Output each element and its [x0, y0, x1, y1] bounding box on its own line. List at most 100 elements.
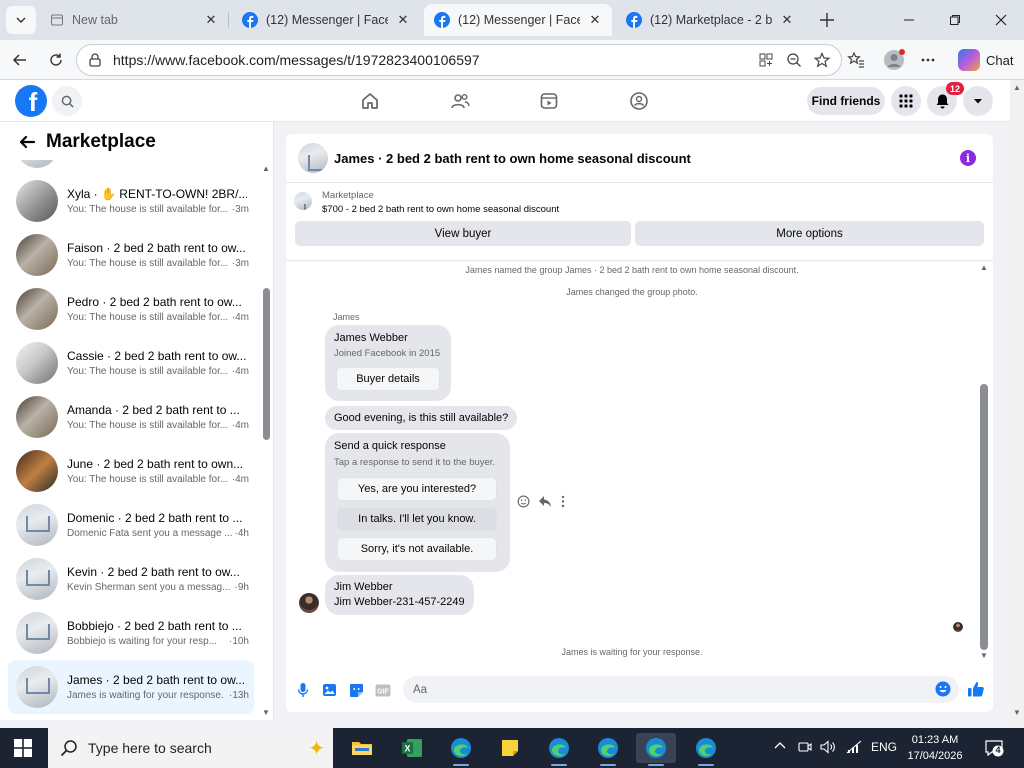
conversation-item[interactable]: Faison · 2 bed 2 bath rent to ow... You: …: [8, 228, 254, 282]
taskbar-edge-3[interactable]: [588, 733, 628, 766]
tab-marketplace[interactable]: (12) Marketplace - 2 bed ✕: [616, 4, 804, 36]
close-window-button[interactable]: [978, 0, 1024, 40]
tab-close-icon[interactable]: ✕: [780, 12, 794, 28]
emoji-icon[interactable]: [935, 681, 951, 697]
nav-video[interactable]: [537, 89, 561, 113]
taskbar-excel[interactable]: X: [392, 733, 432, 763]
sticky-notes-icon: [502, 740, 518, 756]
info-icon[interactable]: i: [960, 150, 976, 166]
listing-thumbnail[interactable]: [294, 192, 312, 210]
more-options-icon[interactable]: [918, 50, 938, 70]
favorite-star-icon[interactable]: [813, 51, 831, 69]
tab-messenger-1[interactable]: (12) Messenger | Facebook ✕: [232, 4, 420, 36]
tray-network-icon[interactable]: [846, 740, 862, 757]
more-options-button[interactable]: More options: [635, 221, 984, 246]
tray-language[interactable]: ENG: [871, 740, 897, 754]
message-text-line1: Jim Webber: [334, 581, 393, 593]
taskbar-file-explorer[interactable]: [342, 733, 382, 763]
scroll-up-arrow-icon[interactable]: ▲: [980, 263, 988, 272]
notification-center-button[interactable]: 4: [984, 738, 1004, 758]
tray-volume-icon[interactable]: [820, 740, 836, 757]
conversation-item[interactable]: James · 2 bed 2 bath rent to ow... James …: [8, 660, 254, 714]
message-bubble[interactable]: Jim Webber Jim Webber-231-457-2249: [325, 575, 474, 615]
conversation-item[interactable]: Pedro · 2 bed 2 bath rent to ow... You: T…: [8, 282, 254, 336]
find-friends-button[interactable]: Find friends: [807, 87, 885, 115]
tab-close-icon[interactable]: ✕: [588, 12, 602, 28]
back-button[interactable]: [6, 46, 34, 74]
taskbar-edge-2[interactable]: [539, 733, 579, 766]
conversation-item[interactable]: Domenic · 2 bed 2 bath rent to ... Domeni…: [8, 498, 254, 552]
search-button[interactable]: [52, 86, 82, 116]
zoom-icon[interactable]: [785, 51, 803, 69]
page-scrollbar[interactable]: ▲ ▼: [1010, 80, 1024, 728]
react-emoji-icon[interactable]: [517, 495, 530, 511]
url-text[interactable]: https://www.facebook.com/messages/t/1972…: [113, 52, 480, 68]
tab-actions-menu-button[interactable]: [6, 6, 36, 34]
conversation-item[interactable]: Kevin · 2 bed 2 bath rent to ow... Kevin …: [8, 552, 254, 606]
conversation-item[interactable]: June · 2 bed 2 bath rent to own... You: T…: [8, 444, 254, 498]
sender-avatar[interactable]: [299, 593, 319, 613]
account-button[interactable]: [963, 86, 993, 116]
buyer-details-button[interactable]: Buyer details: [336, 367, 440, 391]
sticker-icon[interactable]: [347, 681, 365, 699]
start-button[interactable]: [14, 739, 32, 757]
app-available-icon[interactable]: [757, 51, 775, 69]
copilot-chat-button[interactable]: Chat: [950, 45, 1021, 75]
gif-icon[interactable]: GIF: [374, 681, 392, 699]
reply-icon[interactable]: [538, 495, 552, 511]
scroll-down-arrow-icon[interactable]: ▼: [980, 651, 988, 660]
more-vertical-icon[interactable]: [560, 495, 566, 511]
conversation-list-scrollbar[interactable]: [263, 288, 270, 440]
tray-meet-now-icon[interactable]: [798, 740, 812, 757]
scroll-down-arrow-icon[interactable]: ▼: [262, 708, 270, 717]
message-bubble[interactable]: Good evening, is this still available?: [325, 406, 517, 430]
quick-response-option[interactable]: In talks. I'll let you know.: [337, 507, 497, 531]
quick-response-option[interactable]: Yes, are you interested?: [337, 477, 497, 501]
conversation-avatar: [16, 234, 58, 276]
taskbar-clock[interactable]: 01:23 AM 17/04/2026: [900, 732, 970, 764]
taskbar-edge-4[interactable]: [686, 733, 726, 766]
taskbar-search-box[interactable]: Type here to search ✦: [48, 728, 333, 768]
back-arrow-icon[interactable]: [18, 133, 36, 151]
thumbs-up-icon[interactable]: [966, 679, 986, 699]
profile-avatar[interactable]: [882, 48, 906, 72]
scroll-up-arrow-icon[interactable]: ▲: [1013, 83, 1021, 92]
new-tab-button[interactable]: [814, 7, 840, 33]
conversation-item[interactable]: Xyla · ✋ RENT-TO-OWN! 2BR/... You: The ho…: [8, 174, 254, 228]
refresh-icon: [50, 53, 62, 66]
restore-button[interactable]: [932, 0, 978, 40]
minimize-button[interactable]: [886, 0, 932, 40]
site-info-icon[interactable]: [87, 52, 103, 68]
quick-response-option[interactable]: Sorry, it's not available.: [337, 537, 497, 561]
listing-title[interactable]: $700 - 2 bed 2 bath rent to own home sea…: [322, 204, 559, 215]
address-bar[interactable]: https://www.facebook.com/messages/t/1972…: [76, 44, 842, 76]
conversation-item[interactable]: Amanda · 2 bed 2 bath rent to ... You: Th…: [8, 390, 254, 444]
tray-chevron-up-icon[interactable]: [774, 740, 786, 755]
conversation-item[interactable]: Cassie · 2 bed 2 bath rent to ow... You: …: [8, 336, 254, 390]
conversation-item[interactable]: Bobbiejo · 2 bed 2 bath rent to ... Bobbi…: [8, 606, 254, 660]
nav-groups[interactable]: [627, 89, 651, 113]
taskbar-sticky-notes[interactable]: [490, 733, 530, 763]
favorites-icon[interactable]: [846, 50, 866, 70]
tab-close-icon[interactable]: ✕: [396, 12, 410, 28]
view-buyer-button[interactable]: View buyer: [295, 221, 631, 246]
nav-home[interactable]: [358, 89, 382, 113]
tab-close-icon[interactable]: ✕: [204, 12, 218, 28]
group-avatar[interactable]: [298, 143, 328, 173]
taskbar-edge-1[interactable]: [441, 733, 481, 766]
menu-button[interactable]: [891, 86, 921, 116]
nav-friends[interactable]: [448, 89, 472, 113]
chat-title[interactable]: James · 2 bed 2 bath rent to own home se…: [334, 151, 691, 166]
photo-icon[interactable]: [320, 681, 338, 699]
microphone-icon[interactable]: [294, 681, 312, 699]
facebook-logo[interactable]: f: [15, 85, 47, 117]
scroll-up-arrow-icon[interactable]: ▲: [262, 164, 270, 173]
taskbar-edge-active[interactable]: [636, 733, 676, 766]
refresh-button[interactable]: [42, 46, 70, 74]
scroll-down-arrow-icon[interactable]: ▼: [1013, 708, 1021, 717]
tab-messenger-active[interactable]: (12) Messenger | Facebook ✕: [424, 4, 612, 36]
message-thread-scrollbar[interactable]: [980, 384, 988, 650]
message-input[interactable]: Aa: [403, 676, 959, 703]
conversation-preview: You: The house is still available for...…: [67, 204, 249, 215]
tab-new-tab[interactable]: New tab ✕: [40, 4, 229, 36]
